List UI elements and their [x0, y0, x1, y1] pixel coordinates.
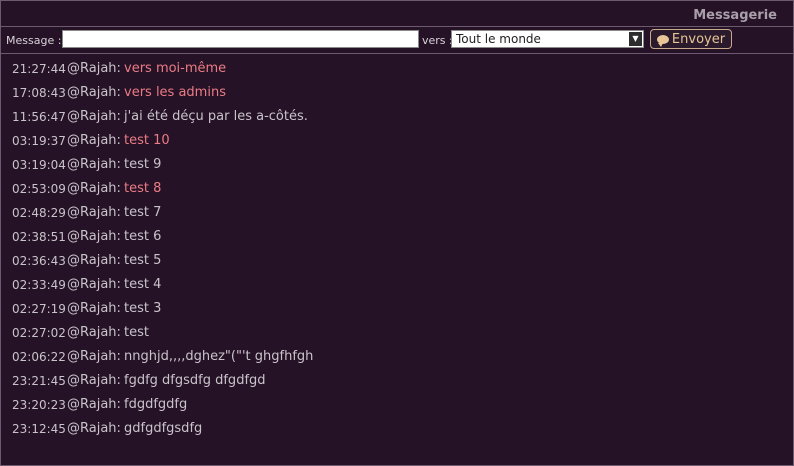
- speech-bubble-icon: [656, 34, 669, 47]
- message-row: 23:12:45 @Rajah: gdfgdfgsdfg: [1, 418, 793, 442]
- panel-title: Messagerie: [693, 8, 777, 23]
- message-row: 03:19:04 @Rajah: test 9: [1, 154, 793, 178]
- message-text: test 9: [124, 157, 162, 172]
- message-row: 02:33:49 @Rajah: test 4: [1, 274, 793, 298]
- message-author[interactable]: @Rajah:: [67, 373, 121, 388]
- recipient-select[interactable]: Tout le monde ▼: [451, 30, 644, 48]
- message-text: gdfgdfgsdfg: [124, 421, 203, 436]
- message-author[interactable]: @Rajah:: [67, 349, 121, 364]
- message-author[interactable]: @Rajah:: [67, 301, 121, 316]
- message-time: 02:53:09: [12, 182, 66, 196]
- chevron-down-icon[interactable]: ▼: [629, 32, 642, 46]
- message-text: vers les admins: [124, 85, 226, 100]
- message-text: j'ai été déçu par les a-côtés.: [124, 109, 308, 124]
- message-time: 02:38:51: [12, 230, 66, 244]
- compose-toolbar: Message : vers : Tout le monde ▼ Envoyer: [1, 27, 793, 54]
- message-time: 21:27:44: [12, 62, 66, 76]
- message-text: test 5: [124, 253, 162, 268]
- message-row: 02:53:09 @Rajah: test 8: [1, 178, 793, 202]
- message-time: 11:56:47: [12, 110, 66, 124]
- message-time: 03:19:04: [12, 158, 66, 172]
- message-author[interactable]: @Rajah:: [67, 205, 121, 220]
- message-author[interactable]: @Rajah:: [67, 421, 121, 436]
- message-author[interactable]: @Rajah:: [67, 253, 121, 268]
- message-row: 02:38:51 @Rajah: test 6: [1, 226, 793, 250]
- message-text: test 3: [124, 301, 162, 316]
- message-text: test 8: [124, 181, 162, 196]
- recipient-label: vers :: [422, 34, 453, 47]
- message-time: 02:36:43: [12, 254, 66, 268]
- message-time: 23:20:23: [12, 398, 66, 412]
- message-time: 02:27:02: [12, 326, 66, 340]
- message-author[interactable]: @Rajah:: [67, 61, 121, 76]
- message-author[interactable]: @Rajah:: [67, 85, 121, 100]
- message-row: 02:48:29 @Rajah: test 7: [1, 202, 793, 226]
- message-row: 21:27:44 @Rajah: vers moi-même: [1, 58, 793, 82]
- message-row: 02:06:22 @Rajah: nnghjd,,,,dghez"("'t ghgf…: [1, 346, 793, 370]
- message-row: 11:56:47 @Rajah: j'ai été déçu par les a-c…: [1, 106, 793, 130]
- message-text: vers moi-même: [124, 61, 227, 76]
- message-author[interactable]: @Rajah:: [67, 181, 121, 196]
- send-button[interactable]: Envoyer: [650, 29, 732, 49]
- message-text: test 7: [124, 205, 162, 220]
- message-time: 03:19:37: [12, 134, 66, 148]
- panel-header: Messagerie: [1, 1, 793, 27]
- messaging-panel: Messagerie Message : vers : Tout le mond…: [0, 0, 794, 466]
- message-author[interactable]: @Rajah:: [67, 157, 121, 172]
- message-text: test 10: [124, 133, 170, 148]
- message-label: Message :: [6, 34, 62, 47]
- message-row: 23:20:23 @Rajah: fdgdfgdfg: [1, 394, 793, 418]
- message-author[interactable]: @Rajah:: [67, 277, 121, 292]
- send-button-label: Envoyer: [671, 31, 726, 47]
- message-time: 02:48:29: [12, 206, 66, 220]
- message-time: 17:08:43: [12, 86, 66, 100]
- message-author[interactable]: @Rajah:: [67, 133, 121, 148]
- recipient-selected-value: Tout le monde: [456, 32, 541, 46]
- message-time: 02:27:19: [12, 302, 66, 316]
- message-time: 02:06:22: [12, 350, 66, 364]
- message-time: 02:33:49: [12, 278, 66, 292]
- message-row: 02:27:19 @Rajah: test 3: [1, 298, 793, 322]
- message-row: 02:27:02 @Rajah: test: [1, 322, 793, 346]
- message-text: test 6: [124, 229, 162, 244]
- message-time: 23:21:45: [12, 374, 66, 388]
- message-text: nnghjd,,,,dghez"("'t ghgfhfgh: [124, 349, 314, 364]
- message-author[interactable]: @Rajah:: [67, 229, 121, 244]
- message-text: test: [124, 325, 149, 340]
- message-text: fdgdfgdfg: [124, 397, 188, 412]
- message-time: 23:12:45: [12, 422, 66, 436]
- message-text: test 4: [124, 277, 162, 292]
- message-text: fgdfg dfgsdfg dfgdfgd: [124, 373, 266, 388]
- message-input[interactable]: [62, 30, 419, 48]
- message-row: 23:21:45 @Rajah: fgdfg dfgsdfg dfgdfgd: [1, 370, 793, 394]
- message-row: 17:08:43 @Rajah: vers les admins: [1, 82, 793, 106]
- message-author[interactable]: @Rajah:: [67, 325, 121, 340]
- message-row: 03:19:37 @Rajah: test 10: [1, 130, 793, 154]
- message-author[interactable]: @Rajah:: [67, 397, 121, 412]
- message-row: 02:36:43 @Rajah: test 5: [1, 250, 793, 274]
- message-author[interactable]: @Rajah:: [67, 109, 121, 124]
